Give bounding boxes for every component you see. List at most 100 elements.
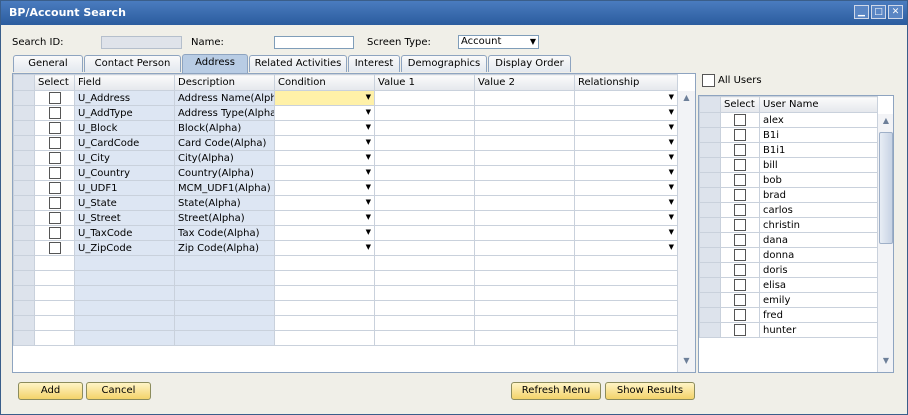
scroll-up-icon[interactable]: ▲ [878,116,893,130]
user-select-cell[interactable] [720,112,760,128]
row-select-checkbox[interactable] [48,92,61,104]
users-col-header-select[interactable]: Select [720,96,760,113]
row-select-checkbox[interactable] [48,227,61,239]
relationship-cell[interactable]: ▼ [574,225,678,241]
chevron-down-icon[interactable]: ▼ [669,228,674,236]
relationship-cell[interactable]: ▼ [574,150,678,166]
row-header[interactable] [13,120,35,136]
user-select-checkbox[interactable] [734,234,746,246]
condition-cell[interactable]: ▼ [274,90,375,106]
relationship-cell[interactable] [574,300,678,316]
tab-display-order[interactable]: Display Order [488,55,571,72]
chevron-down-icon[interactable]: ▼ [366,213,371,221]
value-1-cell[interactable] [374,270,475,286]
user-select-checkbox[interactable] [734,264,746,276]
col-header-select[interactable]: Select [34,74,75,91]
value-2-cell[interactable] [474,210,575,226]
chevron-down-icon[interactable]: ▼ [669,108,674,116]
user-select-checkbox[interactable] [734,129,746,141]
chevron-down-icon[interactable]: ▼ [669,153,674,161]
row-header[interactable] [699,322,721,338]
row-select-checkbox[interactable] [48,152,61,164]
chevron-down-icon[interactable]: ▼ [366,183,371,191]
condition-cell[interactable]: ▼ [274,150,375,166]
select-cell[interactable] [34,195,75,211]
value-1-cell[interactable] [374,210,475,226]
condition-cell[interactable]: ▼ [274,135,375,151]
maximize-icon[interactable]: □ [871,5,886,19]
select-cell[interactable] [34,285,75,301]
condition-cell[interactable] [274,315,375,331]
row-select-checkbox[interactable] [48,197,61,209]
condition-cell[interactable] [274,300,375,316]
user-select-cell[interactable] [720,187,760,203]
user-select-checkbox[interactable] [734,114,746,126]
scroll-down-icon[interactable]: ▼ [878,356,893,370]
chevron-down-icon[interactable]: ▼ [669,93,674,101]
value-2-cell[interactable] [474,270,575,286]
value-2-cell[interactable] [474,105,575,121]
tab-related-activities[interactable]: Related Activities [249,55,347,72]
condition-cell[interactable]: ▼ [274,165,375,181]
relationship-cell[interactable]: ▼ [574,210,678,226]
row-header[interactable] [699,202,721,218]
value-1-cell[interactable] [374,180,475,196]
relationship-cell[interactable]: ▼ [574,240,678,256]
row-header[interactable] [13,195,35,211]
select-cell[interactable] [34,105,75,121]
relationship-cell[interactable]: ▼ [574,180,678,196]
tab-demographics[interactable]: Demographics [401,55,487,72]
relationship-cell[interactable]: ▼ [574,195,678,211]
select-cell[interactable] [34,330,75,346]
value-2-cell[interactable] [474,330,575,346]
col-header-relationship[interactable]: Relationship [574,74,678,91]
condition-cell[interactable] [274,285,375,301]
scroll-down-icon[interactable]: ▼ [678,356,695,370]
row-header[interactable] [699,157,721,173]
chevron-down-icon[interactable]: ▼ [366,123,371,131]
user-select-checkbox[interactable] [734,279,746,291]
row-header[interactable] [13,105,35,121]
value-2-cell[interactable] [474,90,575,106]
user-select-checkbox[interactable] [734,324,746,336]
row-header[interactable] [699,187,721,203]
relationship-cell[interactable]: ▼ [574,105,678,121]
select-cell[interactable] [34,315,75,331]
user-select-checkbox[interactable] [734,249,746,261]
select-cell[interactable] [34,240,75,256]
value-1-cell[interactable] [374,135,475,151]
chevron-down-icon[interactable]: ▼ [669,123,674,131]
row-header[interactable] [13,225,35,241]
row-header[interactable] [13,270,35,286]
value-1-cell[interactable] [374,315,475,331]
select-cell[interactable] [34,120,75,136]
user-select-cell[interactable] [720,277,760,293]
user-select-cell[interactable] [720,202,760,218]
user-select-cell[interactable] [720,142,760,158]
condition-cell[interactable]: ▼ [274,105,375,121]
select-cell[interactable] [34,150,75,166]
users-scroll-thumb[interactable] [879,132,893,244]
value-1-cell[interactable] [374,300,475,316]
select-cell[interactable] [34,90,75,106]
value-2-cell[interactable] [474,135,575,151]
row-select-checkbox[interactable] [48,122,61,134]
row-header[interactable] [13,330,35,346]
relationship-cell[interactable]: ▼ [574,135,678,151]
col-header-field[interactable]: Field [74,74,175,91]
tab-general[interactable]: General [13,55,83,72]
condition-cell[interactable]: ▼ [274,210,375,226]
condition-cell[interactable] [274,255,375,271]
value-2-cell[interactable] [474,240,575,256]
select-cell[interactable] [34,270,75,286]
scroll-up-icon[interactable]: ▲ [678,93,695,107]
relationship-cell[interactable] [574,255,678,271]
chevron-down-icon[interactable]: ▼ [669,243,674,251]
tab-contact-person[interactable]: Contact Person [84,55,181,72]
row-header[interactable] [13,255,35,271]
condition-cell[interactable]: ▼ [274,120,375,136]
row-select-checkbox[interactable] [48,167,61,179]
value-1-cell[interactable] [374,240,475,256]
criteria-scrollbar[interactable]: ▲ ▼ [677,91,695,372]
row-header[interactable] [13,90,35,106]
